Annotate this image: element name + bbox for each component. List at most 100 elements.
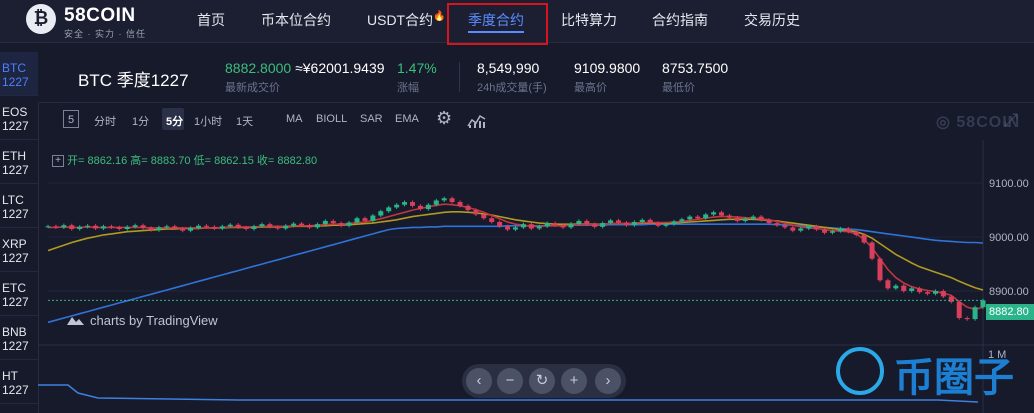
nav-usdt-contract[interactable]: USDT合约🔥 [367, 0, 446, 42]
candle-body-108 [901, 285, 907, 292]
ticker-divider [459, 62, 460, 92]
candle-body-26 [251, 226, 257, 230]
hot-flame-icon: 🔥 [433, 11, 446, 22]
candle-body-57 [497, 222, 503, 227]
symbol-xrp[interactable]: XRP 1227 [0, 228, 38, 272]
candle-body-89 [750, 216, 756, 219]
symbol-etc[interactable]: ETC 1227 [0, 272, 38, 316]
ohlc-expand-icon[interactable]: + [52, 155, 64, 168]
nav-coin-margined[interactable]: 币本位合约 [261, 0, 331, 42]
candle-body-48 [425, 204, 431, 210]
candle-body-29 [275, 226, 281, 229]
zoom-in-button[interactable]: + [561, 368, 587, 394]
candle-body-91 [766, 219, 772, 224]
nav-hashrate[interactable]: 比特算力 [561, 0, 617, 42]
candle-body-42 [378, 211, 384, 216]
candle-body-105 [877, 258, 883, 281]
indicator-boll[interactable]: BIOLL [316, 113, 347, 125]
candle-body-88 [742, 218, 748, 221]
candle-body-32 [299, 223, 305, 226]
tradingview-credit[interactable]: charts by TradingView [64, 313, 218, 328]
candle-body-10 [124, 226, 130, 230]
scroll-right-button[interactable]: › [595, 368, 621, 394]
symbol-eth[interactable]: ETH 1227 [0, 140, 38, 184]
candle-body-84 [711, 212, 717, 215]
scroll-left-button[interactable]: ‹ [466, 368, 492, 394]
y-tick-label-1: 9000.00 [989, 232, 1029, 244]
candle-body-109 [909, 288, 915, 292]
nav-guide[interactable]: 合约指南 [652, 0, 708, 42]
candle-body-41 [370, 215, 376, 221]
candle-body-8 [108, 226, 114, 228]
candle-body-87 [734, 217, 740, 221]
symbol-eos[interactable]: EOS 1227 [0, 96, 38, 140]
candle-body-27 [259, 224, 265, 227]
brand-name: 58COIN [64, 5, 136, 26]
pair-title: BTC 季度1227 [78, 71, 189, 90]
indicator-ma[interactable]: MA [286, 113, 303, 125]
nav-history[interactable]: 交易历史 [744, 0, 800, 42]
zoom-out-button[interactable]: − [497, 368, 523, 394]
candle-body-25 [243, 227, 249, 230]
candle-body-34 [314, 224, 320, 228]
symbol-ltc[interactable]: LTC 1227 [0, 184, 38, 228]
symbol-ht[interactable]: HT 1227 [0, 360, 38, 404]
interval-5m[interactable]: 5分 [166, 113, 183, 129]
indicator-ema[interactable]: EMA [395, 113, 419, 125]
candle-body-5 [85, 225, 91, 227]
interval-1m[interactable]: 1分 [132, 113, 149, 129]
candle-body-65 [560, 225, 566, 228]
chart-toolbar: 5 分时 1分 5分 1小时 1天 MA BIOLL SAR EMA ⚙ ◎ 5… [52, 106, 1034, 136]
candle-body-43 [386, 207, 392, 212]
high-value: 9109.9800 [574, 60, 641, 76]
candle-body-71 [608, 220, 614, 224]
change-value: 1.47% [397, 60, 437, 76]
candle-body-86 [726, 215, 732, 218]
candle-body-64 [552, 223, 558, 226]
symbol-bnb[interactable]: BNB 1227 [0, 316, 38, 360]
candle-body-80 [679, 219, 685, 222]
interval-timeline[interactable]: 分时 [94, 113, 116, 129]
candle-body-23 [227, 224, 233, 227]
candle-body-94 [790, 227, 796, 231]
interval-input-box[interactable]: 5 [63, 110, 79, 128]
candle-body-19 [196, 225, 202, 228]
candle-body-100 [837, 228, 843, 232]
candle-body-117 [972, 307, 978, 320]
candle-body-50 [441, 198, 447, 201]
candle-body-6 [93, 225, 99, 229]
symbol-btc[interactable]: BTC 1227 [0, 52, 38, 96]
candle-body-39 [354, 218, 360, 223]
candle-body-12 [140, 225, 146, 228]
interval-1d[interactable]: 1天 [236, 113, 253, 129]
candle-body-9 [116, 227, 122, 230]
candle-body-7 [100, 226, 106, 229]
chart-indicator-icon[interactable] [466, 111, 488, 129]
candle-body-97 [814, 226, 820, 230]
candle-body-79 [671, 221, 677, 225]
nav-home[interactable]: 首页 [197, 0, 225, 42]
ticker-bar: BTC 季度1227 8882.8000 ≈¥62001.9439 最新成交价 … [38, 52, 1034, 103]
indicator-sar[interactable]: SAR [360, 113, 383, 125]
candle-body-68 [584, 220, 590, 225]
volume-value: 8,549,990 [477, 60, 540, 76]
candle-body-67 [576, 220, 582, 224]
brand-slogan: 安全 · 实力 · 信任 [64, 29, 146, 39]
last-price-label: 最新成交价 [225, 82, 280, 94]
candle-body-110 [917, 288, 923, 293]
brand-logo[interactable]: ₿ 58COIN 安全 · 实力 · 信任 [26, 2, 166, 40]
low-value: 8753.7500 [662, 60, 729, 76]
candle-body-47 [417, 205, 423, 210]
candle-body-4 [77, 226, 83, 230]
bitcoin-logo-icon: ₿ [26, 4, 56, 34]
candle-body-60 [520, 224, 526, 228]
interval-1h[interactable]: 1小时 [194, 113, 222, 129]
candle-body-49 [433, 200, 439, 205]
candle-body-59 [513, 227, 518, 230]
reset-zoom-button[interactable]: ↻ [529, 368, 555, 394]
fullscreen-icon[interactable]: ⤢ [1004, 110, 1018, 131]
candle-body-21 [211, 226, 217, 229]
gear-icon[interactable]: ⚙ [436, 108, 452, 129]
candle-body-3 [69, 225, 75, 230]
candle-body-114 [948, 296, 954, 302]
